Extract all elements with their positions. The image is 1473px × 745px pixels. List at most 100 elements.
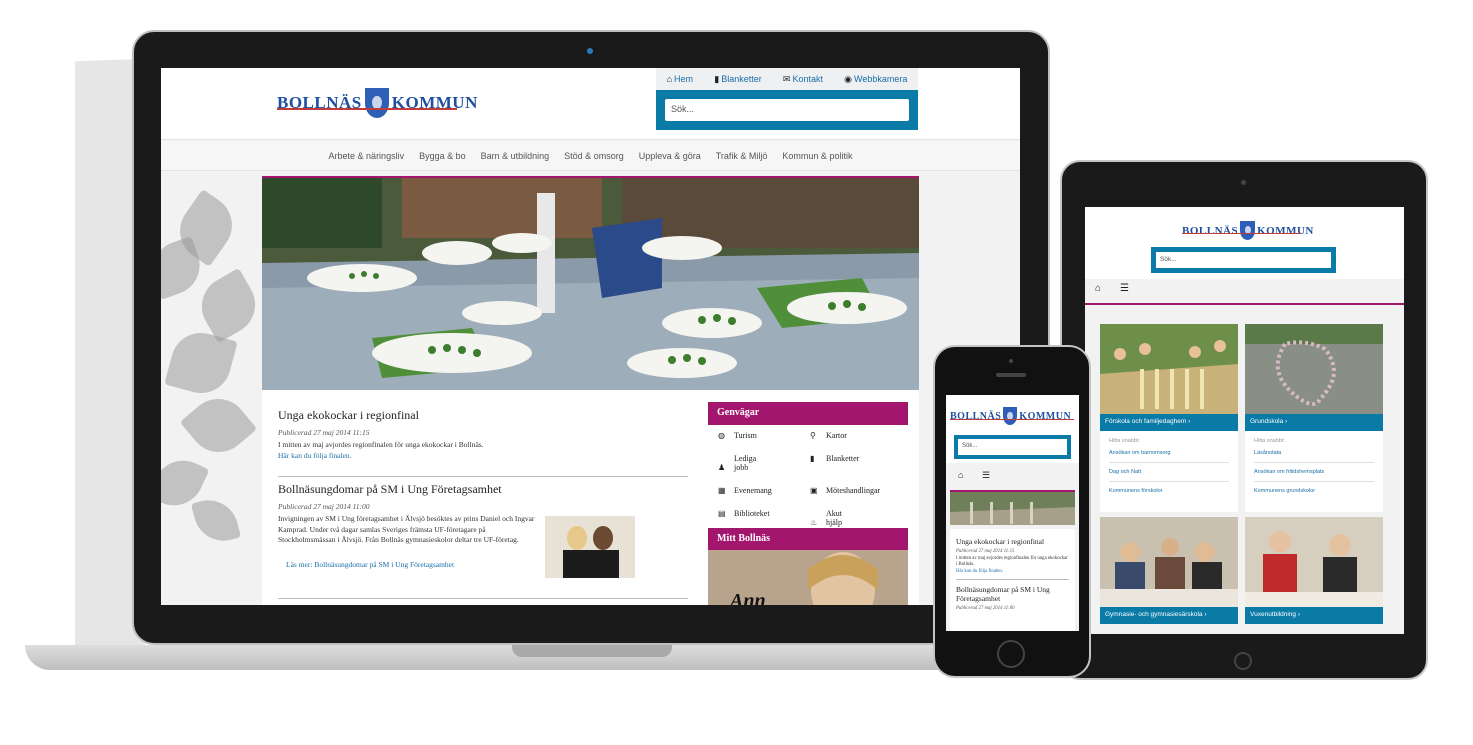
document-icon: ▮: [810, 454, 815, 463]
menu-icon[interactable]: ☰: [982, 470, 990, 481]
news-link[interactable]: Här kan du följa finalen.: [956, 569, 1069, 574]
site-logo[interactable]: BOLLNÄS KOMMUN: [277, 88, 478, 118]
home-icon[interactable]: ⌂: [958, 470, 963, 480]
shortcut-evenemang[interactable]: ▦ Evenemang: [718, 486, 810, 495]
news-separator: [956, 578, 1069, 580]
tile-caption[interactable]: Grundskola ›: [1245, 414, 1383, 431]
news-title[interactable]: Bollnäsungdomar på SM i Ung Företagsamhe…: [956, 585, 1069, 603]
tile-link[interactable]: Kommunens grundskolor: [1254, 482, 1374, 500]
main-nav-item[interactable]: Uppleva & göra: [639, 151, 701, 161]
book-icon: ▤: [718, 509, 726, 518]
main-nav-item[interactable]: Bygga & bo: [419, 151, 466, 161]
site-logo[interactable]: BOLLNÄS KOMMUN: [1182, 221, 1314, 240]
category-tile[interactable]: Gymnasie- och gymnasiesärskola ›: [1100, 517, 1238, 624]
tile-caption[interactable]: Förskola och familjedaghem ›: [1100, 414, 1238, 431]
mitt-bollnas-image[interactable]: Ann: [708, 550, 908, 605]
news-date: Publicerad 27 maj 2014 11:15: [278, 428, 370, 437]
tile-caption[interactable]: Vuxenutbildning ›: [1245, 607, 1383, 624]
search-input[interactable]: Sök...: [665, 99, 909, 121]
news-link[interactable]: Här kan du följa finalen.: [278, 451, 688, 460]
tile-link[interactable]: Kommunens förskolor: [1109, 482, 1229, 500]
main-nav-item[interactable]: Stöd & omsorg: [564, 151, 624, 161]
tablet-header: BOLLNÄS KOMMUN Sök...: [1085, 207, 1404, 279]
site-logo[interactable]: BOLLNÄS KOMMUN: [950, 407, 1071, 425]
shortcut-lediga-jobb[interactable]: ♟Lediga jobb: [718, 454, 810, 472]
shortcuts-grid: ◍ Turism ⚲ Kartor ♟Lediga jobb ▮ Blanketter…: [708, 425, 908, 535]
search-box: Sök...: [954, 435, 1071, 459]
news-date: Publicerad 27 maj 2014 11:15: [956, 549, 1015, 554]
hero-image: [262, 178, 919, 390]
news-title[interactable]: Unga ekokockar i regionfinal: [278, 408, 688, 423]
nav-blanketter[interactable]: ▮ Blanketter: [714, 74, 761, 85]
nav-home[interactable]: ⌂ Hem: [667, 74, 693, 84]
hero-image: [950, 490, 1075, 525]
nav-kontakt[interactable]: ✉ Kontakt: [783, 74, 823, 85]
crest-icon: [364, 88, 389, 118]
crest-icon: [1240, 221, 1256, 240]
menu-icon[interactable]: ☰: [1120, 283, 1129, 294]
mitt-bollnas-caption: Ann: [730, 590, 766, 605]
top-utility-nav: ⌂ Hem ▮ Blanketter ✉ Kontakt ◉ Webbkamera: [656, 68, 918, 90]
shortcuts-title: Genvägar: [708, 402, 908, 425]
map-pin-icon: ⚲: [810, 431, 816, 440]
shortcut-moteshandlingar[interactable]: ▣ Möteshandlingar: [810, 486, 918, 495]
decorative-leaf: [190, 267, 267, 344]
search-input[interactable]: Sök...: [1156, 252, 1331, 268]
decorative-leaf: [179, 386, 258, 465]
tablet-camera: [1241, 180, 1246, 185]
main-nav-item[interactable]: Barn & utbildning: [481, 151, 550, 161]
tile-link[interactable]: Läsårsdata: [1254, 444, 1374, 463]
news-item: Unga ekokockar i regionfinal Publicerad …: [278, 408, 688, 460]
category-tile[interactable]: Grundskola › Hitta snabbt: Läsårsdata An…: [1245, 324, 1383, 512]
phone-speaker: [996, 373, 1026, 377]
calendar-icon: ▦: [718, 486, 726, 495]
main-nav-item[interactable]: Trafik & Miljö: [716, 151, 768, 161]
tile-link[interactable]: Dag och Natt: [1109, 463, 1229, 482]
tablet-toolbar: ⌂ ☰: [1085, 279, 1404, 303]
tile-link[interactable]: Ansökan om fritidshemsplats: [1254, 463, 1374, 482]
tablet-website: BOLLNÄS KOMMUN Sök... ⌂ ☰ Förskola och f…: [1085, 207, 1404, 634]
phone-website: BOLLNÄS KOMMUN Sök... ⌂ ☰ Unga ekokockar…: [946, 395, 1079, 631]
shortcuts-panel: Genvägar ◍ Turism ⚲ Kartor ♟Lediga jobb ▮ B…: [708, 402, 908, 535]
shortcut-biblioteket[interactable]: ▤ Biblioteket: [718, 509, 810, 527]
nav-webbkamera[interactable]: ◉ Webbkamera: [844, 74, 907, 85]
logo-underline: [950, 419, 1074, 420]
tile-caption[interactable]: Gymnasie- och gymnasiesärskola ›: [1100, 607, 1238, 624]
tablet-home-button: [1234, 652, 1252, 670]
crest-icon: [1003, 407, 1018, 425]
category-tile[interactable]: Vuxenutbildning ›: [1245, 517, 1383, 624]
envelope-icon: ✉: [782, 73, 791, 84]
camera-icon: ◉: [844, 73, 853, 84]
tile-image: [1100, 324, 1238, 414]
document-icon: ▮: [714, 73, 720, 84]
news-date: Publicerad 27 maj 2014 11:00: [956, 605, 1015, 611]
phone-home-button: [997, 640, 1025, 668]
tile-image: [1100, 517, 1238, 607]
news-title[interactable]: Unga ekokockar i regionfinal: [956, 537, 1069, 546]
main-nav: Arbete & näringsliv Bygga & bo Barn & ut…: [161, 141, 1020, 171]
tile-image: [1245, 517, 1383, 607]
news-separator: [278, 476, 688, 477]
search-input[interactable]: Sök...: [958, 439, 1067, 455]
main-content: Unga ekokockar i regionfinal Publicerad …: [262, 176, 919, 605]
search-box: Sök...: [656, 90, 918, 130]
tile-link[interactable]: Ansökan om barnomsorg: [1109, 444, 1229, 463]
shortcut-akut-hjalp[interactable]: ♨Akut hjälp: [810, 509, 918, 527]
shortcut-blanketter[interactable]: ▮ Blanketter: [810, 454, 918, 472]
tile-image: [1245, 324, 1383, 414]
home-icon: ⌂: [666, 74, 673, 84]
news-text: I mitten av maj avjordes regionfinalen f…: [278, 440, 484, 449]
phone-toolbar: ⌂ ☰: [946, 465, 1079, 487]
desktop-website: BOLLNÄS KOMMUN ⌂ Hem ▮ Blanketter ✉ Kontakt…: [161, 68, 1020, 605]
site-header: BOLLNÄS KOMMUN ⌂ Hem ▮ Blanketter ✉ Kontakt…: [161, 68, 1020, 140]
home-icon[interactable]: ⌂: [1095, 283, 1101, 294]
main-nav-item[interactable]: Arbete & näringsliv: [329, 151, 405, 161]
shortcut-kartor[interactable]: ⚲ Kartor: [810, 431, 918, 440]
shortcut-turism[interactable]: ◍ Turism: [718, 431, 810, 440]
news-title[interactable]: Bollnäsungdomar på SM i Ung Företagsamhe…: [278, 482, 688, 497]
decorative-leaf: [190, 493, 242, 548]
main-nav-item[interactable]: Kommun & politik: [782, 151, 852, 161]
news-text: Invigningen av SM i Ung företagsamhet i …: [278, 514, 535, 544]
tile-subheading: Hitta snabbt:: [1109, 438, 1140, 444]
category-tile[interactable]: Förskola och familjedaghem › Hitta snabb…: [1100, 324, 1238, 512]
